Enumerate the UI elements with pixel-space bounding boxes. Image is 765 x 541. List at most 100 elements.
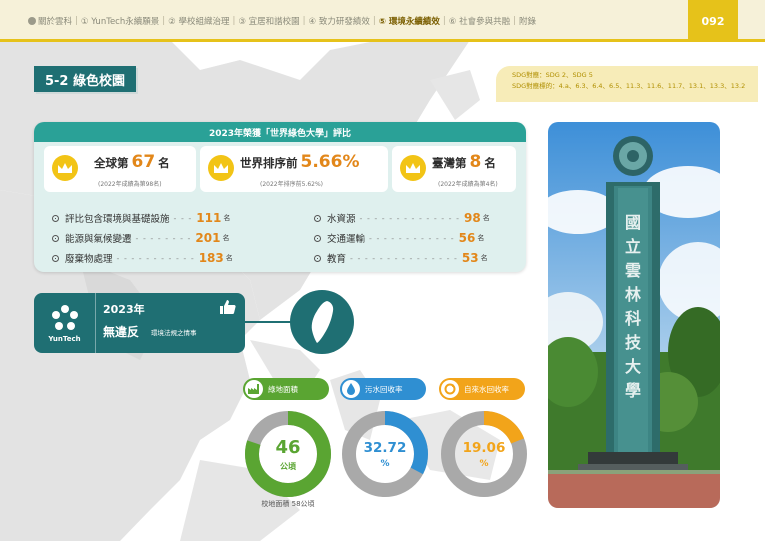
- sdg-note: SDG對應：SDG 2、SDG 5 SDG對應標的：4.a、6.3、6.4、6.…: [496, 66, 758, 102]
- chapter-navigation: 關於雲科 | ① YunTech永續願景 | ② 學校組織治理 | ③ 宜居和諧…: [28, 15, 536, 27]
- tower-character: 國: [625, 213, 641, 232]
- item-label: 水資源: [327, 214, 356, 225]
- nav-item-appendix[interactable]: 附錄: [519, 15, 536, 27]
- yuntech-logo-mark: [51, 305, 78, 330]
- item-unit: 名: [477, 234, 485, 242]
- section-title: 5-2 綠色校園: [34, 66, 136, 92]
- nav-item-campus[interactable]: ③ 宜居和諧校園: [238, 15, 299, 27]
- item-unit: 名: [225, 254, 233, 262]
- ranking-item: 評比包含環境與基礎設施 - - - 111 名: [52, 208, 233, 228]
- ranking-item: 能源與氣候變遷 - - - - - - - - 201 名: [52, 228, 233, 248]
- tap-water-recycle-pill: 自來水回收率: [439, 378, 525, 400]
- tap-water-recycle-value: 19.06 %: [439, 409, 529, 499]
- ranking-item: 交通運輸 - - - - - - - - - - - - 56 名: [314, 228, 490, 248]
- thumbs-up-icon: [220, 300, 236, 314]
- bullet-icon: [52, 254, 59, 262]
- stat-global-rank: 全球第 67 名 (2022年成績為第98名): [44, 146, 196, 192]
- item-value: 98: [464, 211, 481, 225]
- crown-icon: [400, 155, 426, 181]
- crown-icon: [52, 155, 78, 181]
- stat-suffix: 名: [158, 156, 170, 170]
- stat-value: 5.66%: [300, 152, 360, 172]
- bullet-icon: [314, 214, 321, 222]
- sdg-targets: SDG對應標的：4.a、6.3、6.4、6.5、11.3、11.6、11.7、1…: [512, 82, 746, 90]
- tower-character: 林: [625, 285, 641, 304]
- stat-taiwan-rank: 臺灣第 8 名 (2022年成績為第4名): [392, 146, 516, 192]
- taiwan-icon: [311, 301, 334, 343]
- nav-item-vision[interactable]: ① YunTech永續願景: [81, 15, 159, 27]
- stat-note: (2022年排序前5.62%): [260, 181, 324, 188]
- stat-suffix: 名: [484, 156, 496, 170]
- ranking-header: 2023年榮獲「世界綠色大學」評比: [34, 122, 526, 142]
- metric-unit: %: [479, 458, 489, 469]
- ranking-item: 水資源 - - - - - - - - - - - - - - 98 名: [314, 208, 490, 228]
- crown-icon: [208, 155, 234, 181]
- stat-prefix: 臺灣第: [432, 156, 467, 170]
- water-drop-icon: [342, 380, 360, 398]
- ranking-items-left: 評比包含環境與基礎設施 - - - 111 名 能源與氣候變遷 - - - - …: [52, 208, 233, 268]
- item-unit: 名: [482, 214, 490, 222]
- ranking-items-right: 水資源 - - - - - - - - - - - - - - 98 名 交通運…: [314, 208, 490, 268]
- tower-character: 技: [625, 333, 642, 352]
- tower-character: 雲: [625, 261, 641, 280]
- banner-year: 2023年: [103, 303, 145, 316]
- item-label: 交通運輸: [327, 234, 366, 245]
- ranking-card: 2023年榮獲「世界綠色大學」評比 全球第 67 名 (2022年成績為第98名) …: [34, 122, 526, 272]
- tower-character: 大: [625, 357, 641, 376]
- logo-text: YunTech: [48, 335, 81, 343]
- stat-note: (2022年成績為第4名): [438, 181, 498, 188]
- banner-detail: 環境法規之情事: [151, 329, 197, 337]
- stat-note: (2022年成績為第98名): [98, 181, 162, 188]
- banner-headline: 無違反: [103, 325, 140, 339]
- home-icon: [28, 17, 36, 25]
- no-violation-banner: 2023年 無違反 環境法規之情事: [95, 293, 245, 353]
- stat-value: 8: [469, 152, 482, 172]
- tower-character: 立: [625, 237, 641, 256]
- item-value: 56: [458, 231, 476, 245]
- item-value: 111: [196, 211, 222, 225]
- item-unit: 名: [480, 254, 488, 262]
- bullet-icon: [314, 234, 321, 242]
- sewage-recycle-pill: 污水回收率: [340, 378, 426, 400]
- tower-character: 科: [625, 309, 641, 328]
- sewage-recycle-value: 32.72 %: [340, 409, 430, 499]
- stat-prefix: 世界排序前: [240, 156, 298, 170]
- campus-tower-photo: 國 立 雲 林 科 技 大 學: [548, 122, 720, 508]
- ranking-item: 教育 - - - - - - - - - - - - - - - 53 名: [314, 248, 490, 268]
- nav-item-governance[interactable]: ② 學校組織治理: [168, 15, 229, 27]
- stat-prefix: 全球第: [94, 156, 129, 170]
- item-unit: 名: [223, 214, 231, 222]
- tower-character: 學: [625, 381, 641, 400]
- stat-value: 67: [131, 152, 156, 172]
- item-value: 201: [195, 231, 221, 245]
- yuntech-logo: YunTech: [34, 293, 95, 353]
- metric-unit: 公頃: [280, 461, 296, 471]
- ranking-item: 廢棄物處理 - - - - - - - - - - - 183 名: [52, 248, 233, 268]
- metric-label: 污水回收率: [365, 384, 403, 394]
- connector-line: [245, 321, 291, 323]
- metric-label: 自來水回收率: [464, 384, 509, 394]
- bullet-icon: [314, 254, 321, 262]
- metric-value: 32.72: [363, 439, 407, 456]
- taiwan-map-badge: [290, 290, 354, 354]
- item-label: 評比包含環境與基礎設施: [65, 214, 170, 225]
- bullet-icon: [52, 214, 59, 222]
- metric-label: 綠地面積: [268, 384, 298, 394]
- metric-unit: %: [380, 458, 390, 469]
- item-value: 183: [198, 251, 224, 265]
- factory-icon: [245, 380, 263, 398]
- green-area-value: 46 公頃: [243, 409, 333, 499]
- metric-value: 19.06: [462, 439, 506, 456]
- item-label: 能源與氣候變遷: [65, 234, 132, 245]
- nav-item-society[interactable]: ⑥ 社會參與共融: [449, 15, 510, 27]
- item-label: 教育: [327, 254, 347, 265]
- recycle-icon: [441, 380, 459, 398]
- nav-item-about[interactable]: 關於雲科: [38, 15, 72, 27]
- item-value: 53: [461, 251, 479, 265]
- green-area-pill: 綠地面積: [243, 378, 329, 400]
- page-number: 092: [688, 0, 738, 42]
- item-label: 廢棄物處理: [65, 254, 113, 265]
- metric-value: 46: [275, 436, 301, 458]
- nav-item-research[interactable]: ④ 致力研發績效: [309, 15, 370, 27]
- nav-item-environment[interactable]: ⑤ 環境永續績效: [379, 15, 440, 27]
